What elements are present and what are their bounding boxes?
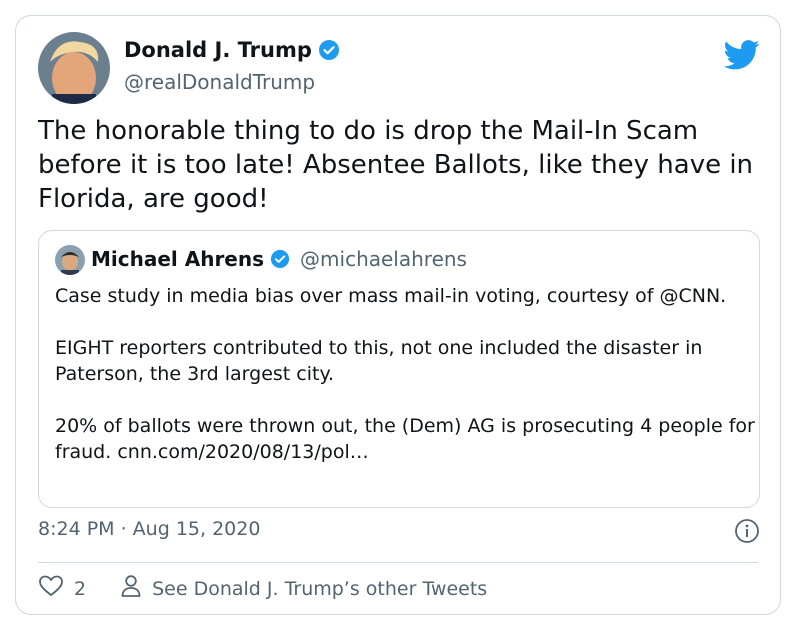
author-name[interactable]: Donald J. Trump xyxy=(124,38,312,62)
verified-badge-icon xyxy=(318,39,340,61)
tweet-card: Donald J. Trump @realDonaldTrump The hon… xyxy=(15,15,781,615)
heart-icon xyxy=(38,574,64,603)
quoted-tweet[interactable]: Michael Ahrens @michaelahrens Case study… xyxy=(38,230,760,508)
quote-author-name[interactable]: Michael Ahrens xyxy=(91,247,264,271)
author-avatar[interactable] xyxy=(38,32,110,104)
divider xyxy=(38,562,758,563)
verified-badge-icon xyxy=(270,249,290,269)
info-icon[interactable] xyxy=(734,518,760,544)
like-button[interactable]: 2 xyxy=(38,574,86,603)
see-other-tweets-link[interactable]: See Donald J. Trump’s other Tweets xyxy=(120,574,487,603)
quote-text: Case study in media bias over mass mail-… xyxy=(55,285,755,463)
see-other-tweets-label: See Donald J. Trump’s other Tweets xyxy=(152,577,488,600)
author-handle[interactable]: @realDonaldTrump xyxy=(124,70,315,94)
quote-author-handle[interactable]: @michaelahrens xyxy=(300,247,467,271)
tweet-text: The honorable thing to do is drop the Ma… xyxy=(38,116,754,214)
twitter-bird-icon[interactable] xyxy=(723,40,760,70)
like-count: 2 xyxy=(74,577,87,600)
user-icon xyxy=(120,574,142,603)
tweet-timestamp[interactable]: 8:24 PM · Aug 15, 2020 xyxy=(38,518,260,540)
quote-author-avatar[interactable] xyxy=(55,245,85,275)
